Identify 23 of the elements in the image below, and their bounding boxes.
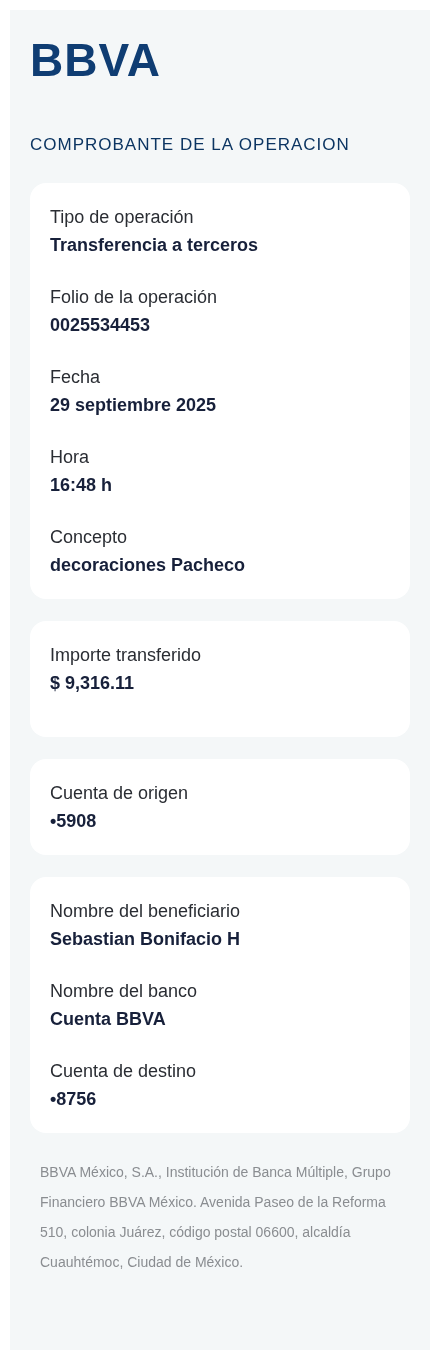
field-value: •5908 [50, 810, 97, 833]
field-value: Sebastian Bonifacio H [50, 928, 241, 951]
field-label: Concepto [50, 526, 128, 549]
section-title: COMPROBANTE DE LA OPERACION [30, 134, 350, 156]
field-label: Cuenta de origen [50, 782, 189, 805]
field-label: Nombre del beneficiario [50, 900, 241, 923]
field-value: 29 septiembre 2025 [50, 394, 217, 417]
field-value: Cuenta BBVA [50, 1008, 166, 1031]
field-value: Transferencia a terceros [50, 234, 259, 257]
legal-text: BBVA México, S.A., Institución de Banca Múltiple, Grupo Financiero BBVA México. Avenida Paseo de la Reforma 510, colonia Juárez, código postal 06600, alcaldía Cuauhtémoc, Ciudad de México. [40, 1163, 392, 1272]
field-value: •8756 [50, 1088, 97, 1111]
field-label: Nombre del banco [50, 980, 198, 1003]
field-value: 0025534453 [50, 314, 151, 337]
field-value: $ 9,316.11 [50, 672, 135, 695]
field-value: decoraciones Pacheco [50, 554, 246, 577]
field-label: Folio de la operación [50, 286, 218, 309]
field-value: 16:48 h [50, 474, 113, 497]
field-label: Hora [50, 446, 89, 469]
brand-logo: BBVA [30, 40, 161, 80]
field-label: Importe transferido [50, 644, 202, 667]
field-label: Tipo de operación [50, 206, 194, 229]
field-label: Cuenta de destino [50, 1060, 197, 1083]
field-label: Fecha [50, 366, 101, 389]
